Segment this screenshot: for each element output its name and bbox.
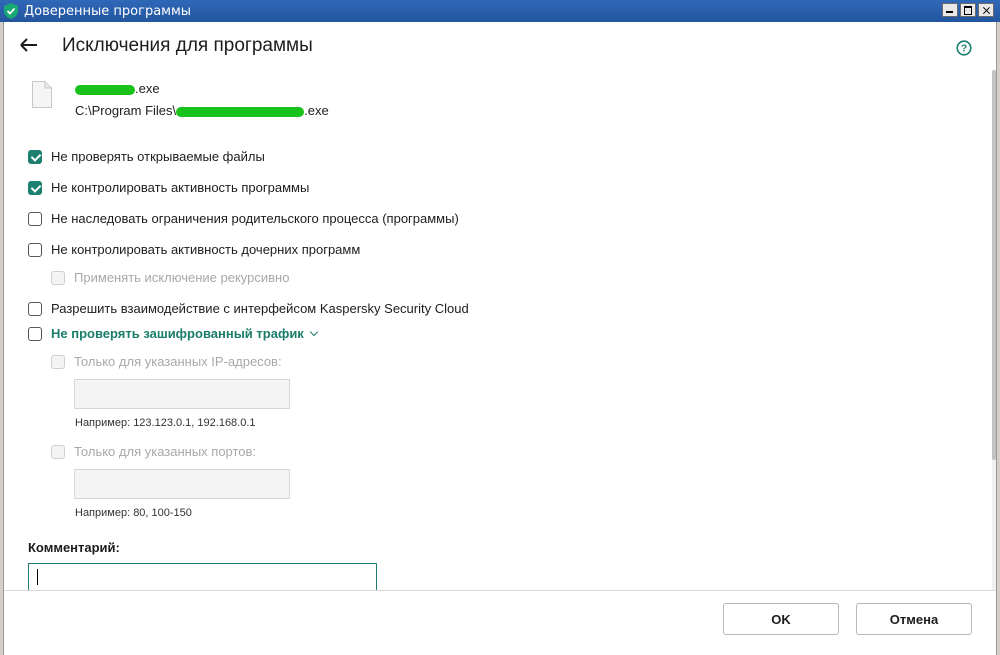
- file-icon: [32, 81, 52, 108]
- redaction-mark: [75, 84, 135, 95]
- window-frame-right: [996, 22, 1000, 655]
- comment-input[interactable]: [28, 563, 377, 593]
- close-button[interactable]: [978, 3, 994, 17]
- option-no-scan-files[interactable]: Не проверять открываемые файлы: [28, 149, 265, 164]
- checkbox-only-ports: [51, 444, 65, 459]
- ip-addresses-input: [74, 379, 290, 409]
- checkbox-no-control-children[interactable]: [28, 242, 42, 257]
- kaspersky-shield-icon: [4, 3, 18, 19]
- maximize-button[interactable]: [960, 3, 976, 17]
- ok-button[interactable]: OK: [723, 603, 839, 635]
- window-titlebar[interactable]: Доверенные программы: [0, 0, 1000, 22]
- checkbox-recursive: [51, 270, 65, 285]
- dialog-footer: [4, 590, 996, 655]
- page-title: Исключения для программы: [62, 35, 313, 56]
- file-path: C:\Program Files\ .exe: [75, 103, 329, 118]
- checkbox-no-inherit[interactable]: [28, 211, 42, 226]
- scrollbar-thumb[interactable]: [992, 70, 996, 460]
- ip-hint: Например: 123.123.0.1, 192.168.0.1: [75, 417, 256, 429]
- checkbox-allow-interface[interactable]: [28, 301, 42, 316]
- option-recursive: Применять исключение рекурсивно: [51, 270, 289, 285]
- option-only-ips: Только для указанных IP-адресов:: [51, 354, 282, 369]
- option-no-inherit[interactable]: Не наследовать ограничения родительского…: [28, 211, 459, 226]
- option-only-ports: Только для указанных портов:: [51, 444, 256, 459]
- redaction-mark: [176, 106, 305, 117]
- option-no-scan-encrypted[interactable]: Не проверять зашифрованный трафик: [28, 326, 319, 341]
- ports-input: [74, 469, 290, 499]
- ports-hint: Например: 80, 100-150: [75, 507, 192, 519]
- back-arrow-icon[interactable]: [18, 34, 40, 56]
- checkbox-only-ips: [51, 354, 65, 369]
- svg-text:?: ?: [961, 44, 967, 55]
- window-frame-left: [0, 22, 4, 655]
- option-no-control-children[interactable]: Не контролировать активность дочерних пр…: [28, 242, 360, 257]
- cancel-button[interactable]: Отмена: [856, 603, 972, 635]
- encrypted-traffic-link[interactable]: Не проверять зашифрованный трафик: [51, 326, 304, 341]
- chevron-down-icon[interactable]: [309, 327, 319, 336]
- help-icon[interactable]: ?: [956, 40, 972, 56]
- checkbox-no-control-activity[interactable]: [28, 180, 42, 195]
- file-name: .exe: [75, 81, 160, 96]
- window-title: Доверенные программы: [24, 4, 192, 19]
- text-caret: [37, 569, 38, 585]
- comment-label: Комментарий:: [28, 540, 120, 555]
- option-allow-interface[interactable]: Разрешить взаимодействие с интерфейсом K…: [28, 301, 469, 316]
- minimize-button[interactable]: [942, 3, 958, 17]
- checkbox-no-scan-files[interactable]: [28, 149, 42, 164]
- option-no-control-activity[interactable]: Не контролировать активность программы: [28, 180, 309, 195]
- checkbox-no-scan-encrypted[interactable]: [28, 326, 42, 341]
